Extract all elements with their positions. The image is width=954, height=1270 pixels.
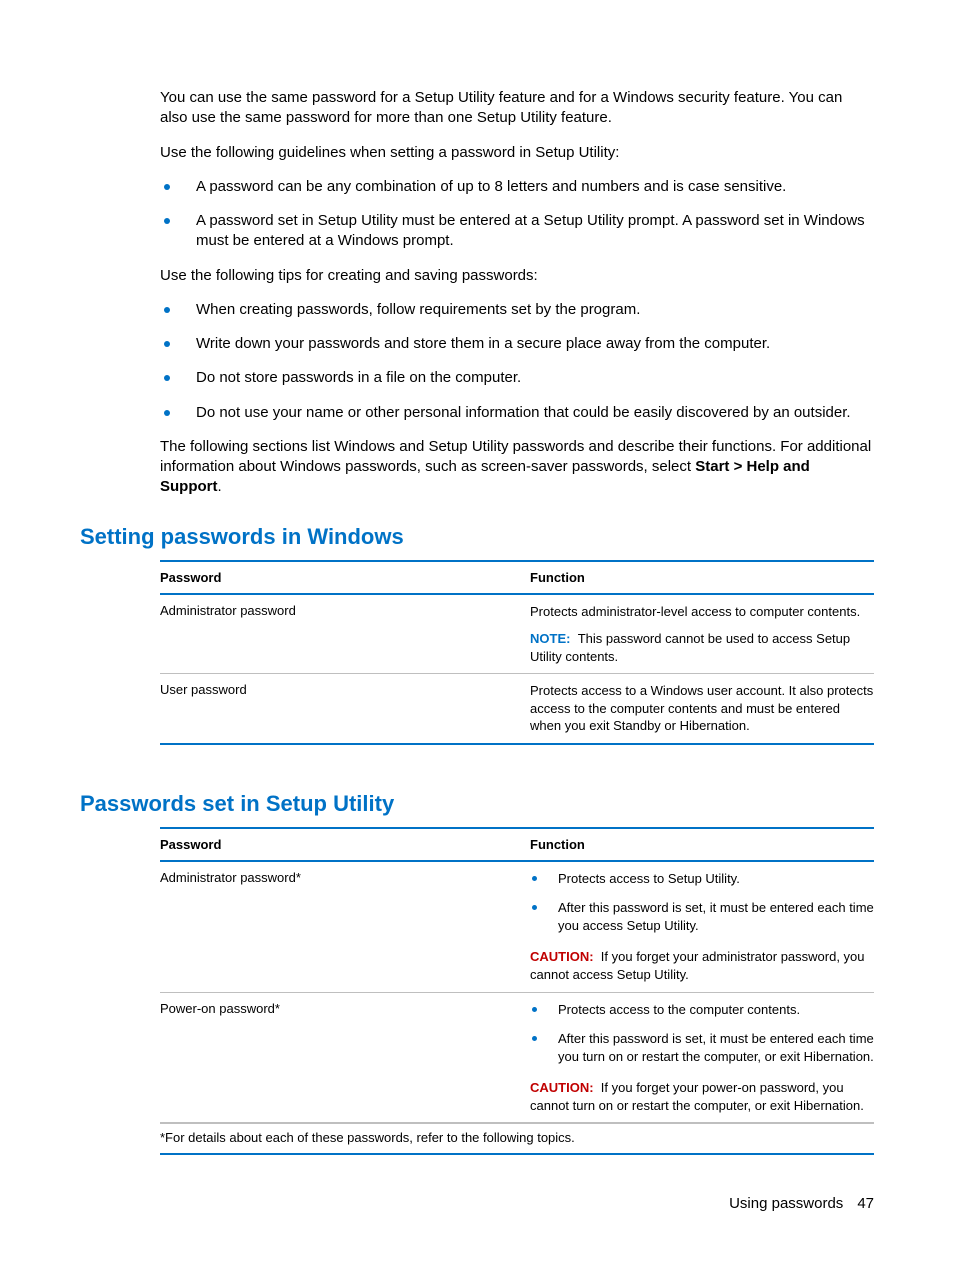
page-number: 47 [857,1195,874,1212]
table-row: Power-on password* Protects access to th… [160,993,874,1124]
column-header-function: Function [530,837,874,852]
function-bullets: Protects access to Setup Utility. After … [530,870,874,935]
section-heading-windows-passwords: Setting passwords in Windows [80,524,874,550]
list-item: Do not use your name or other personal i… [160,403,874,423]
cell-text: Protects access to a Windows user accoun… [530,682,874,735]
footer-section-label: Using passwords [729,1195,843,1212]
text-span: . [218,478,222,495]
table-footnote: *For details about each of these passwor… [160,1123,874,1153]
section-heading-setup-utility-passwords: Passwords set in Setup Utility [80,791,874,817]
caution-label: CAUTION: [530,1080,594,1095]
paragraph: The following sections list Windows and … [160,437,874,498]
table-row: Administrator password Protects administ… [160,595,874,675]
cell-text: Protects administrator-level access to c… [530,603,874,621]
caution-block: CAUTION: If you forget your power-on pas… [530,1079,874,1114]
cell-function: Protects administrator-level access to c… [530,603,874,666]
note-label: NOTE: [530,631,570,646]
table-header: Password Function [160,829,874,862]
cell-function: Protects access to the computer contents… [530,1001,874,1115]
paragraph: Use the following guidelines when settin… [160,143,874,163]
page-footer: Using passwords 47 [729,1195,874,1212]
cell-password-name: Administrator password* [160,870,530,984]
windows-passwords-table: Password Function Administrator password… [160,560,874,745]
tips-list: When creating passwords, follow requirem… [160,300,874,423]
guideline-list: A password can be any combination of up … [160,177,874,252]
note-text: This password cannot be used to access S… [530,631,850,664]
column-header-function: Function [530,570,874,585]
list-item: After this password is set, it must be e… [530,1030,874,1065]
cell-function: Protects access to Setup Utility. After … [530,870,874,984]
paragraph: You can use the same password for a Setu… [160,88,874,129]
list-item: After this password is set, it must be e… [530,899,874,934]
list-item: When creating passwords, follow requirem… [160,300,874,320]
caution-label: CAUTION: [530,949,594,964]
document-page: You can use the same password for a Setu… [0,0,954,1270]
setup-utility-passwords-table: Password Function Administrator password… [160,827,874,1155]
list-item: Protects access to Setup Utility. [530,870,874,888]
paragraph: Use the following tips for creating and … [160,266,874,286]
column-header-password: Password [160,837,530,852]
list-item: A password set in Setup Utility must be … [160,211,874,252]
note-block: NOTE: This password cannot be used to ac… [530,630,874,665]
function-bullets: Protects access to the computer contents… [530,1001,874,1066]
table-row: User password Protects access to a Windo… [160,674,874,743]
caution-block: CAUTION: If you forget your administrato… [530,948,874,983]
cell-password-name: Power-on password* [160,1001,530,1115]
table-header: Password Function [160,562,874,595]
column-header-password: Password [160,570,530,585]
cell-function: Protects access to a Windows user accoun… [530,682,874,735]
list-item: Write down your passwords and store them… [160,334,874,354]
cell-password-name: Administrator password [160,603,530,666]
list-item: Do not store passwords in a file on the … [160,368,874,388]
intro-block: You can use the same password for a Setu… [160,88,874,498]
cell-password-name: User password [160,682,530,735]
list-item: Protects access to the computer contents… [530,1001,874,1019]
table-row: Administrator password* Protects access … [160,862,874,993]
list-item: A password can be any combination of up … [160,177,874,197]
